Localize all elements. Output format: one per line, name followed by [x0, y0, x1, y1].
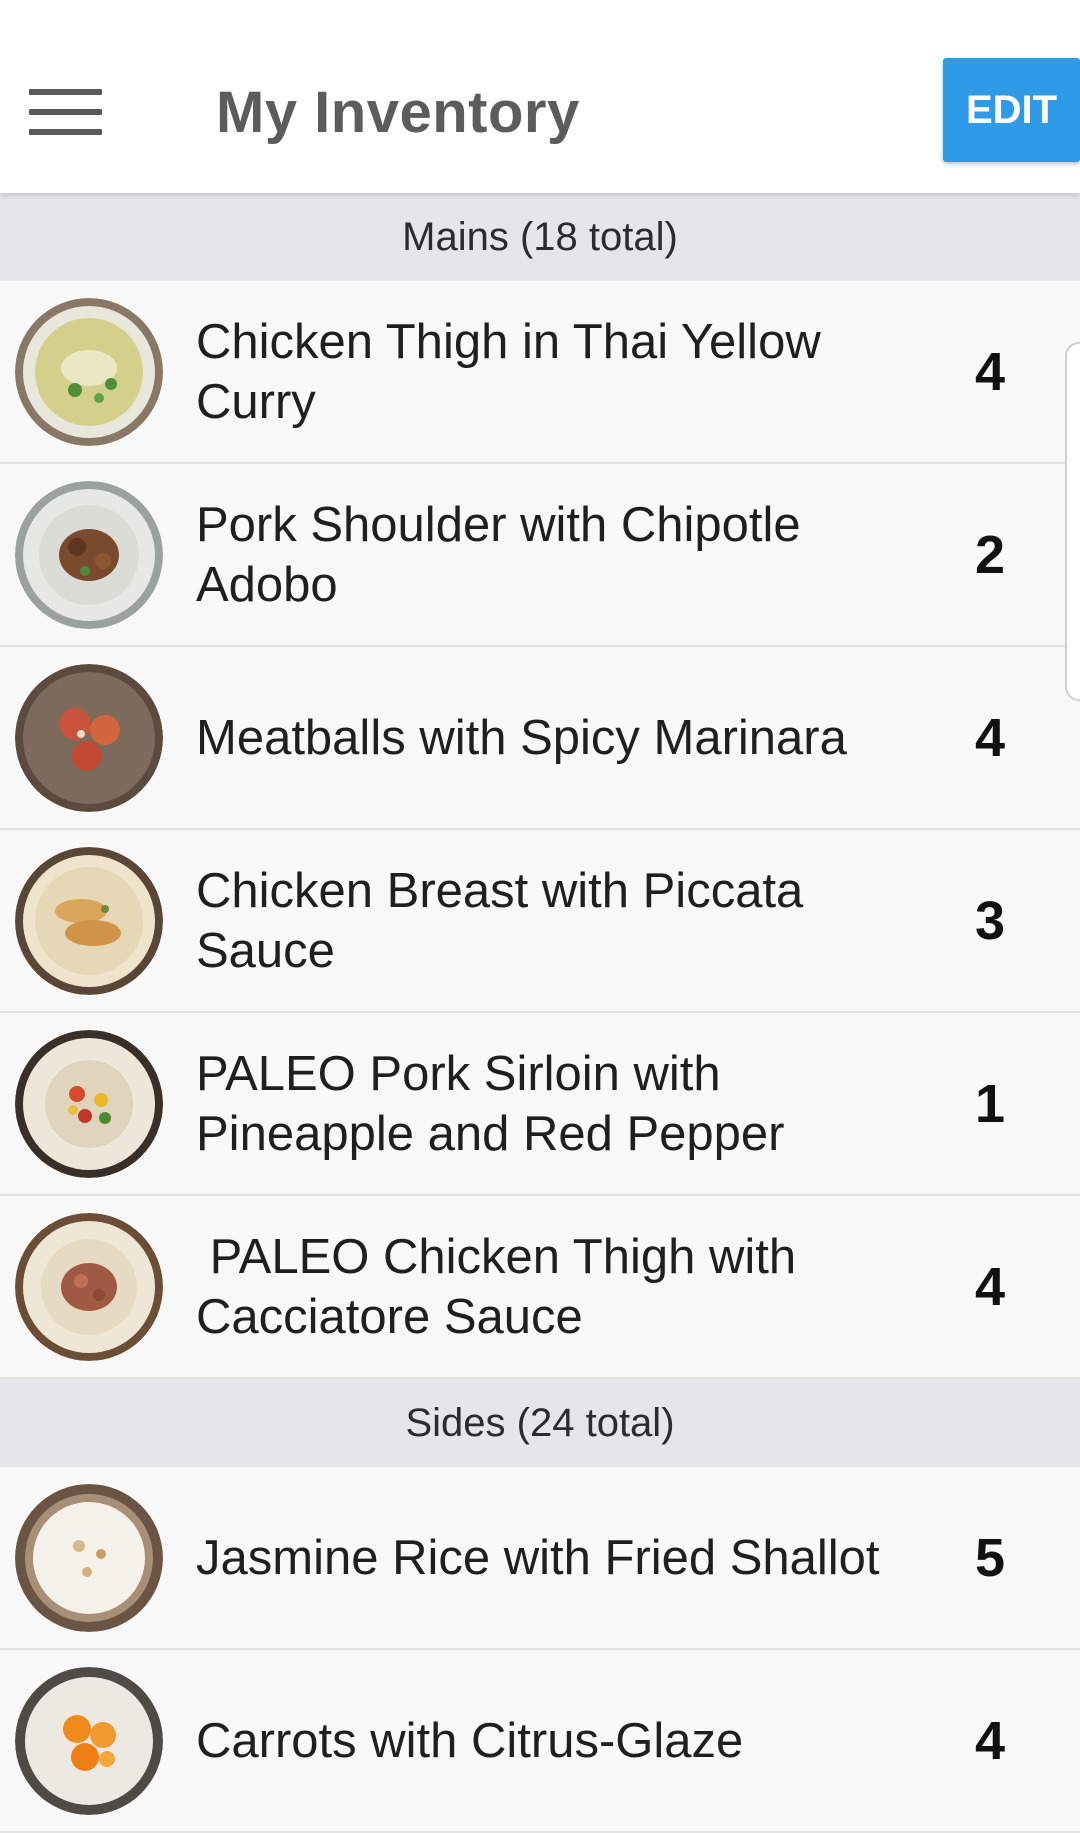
item-name: Carrots with Citrus-Glaze: [196, 1713, 744, 1768]
section-header-sides: Sides (24 total): [0, 1379, 1080, 1469]
item-name: Chicken Breast with Piccata Sauce: [196, 863, 804, 978]
food-photo: [15, 1667, 163, 1815]
item-count: 3: [974, 890, 1006, 951]
item-name: Chicken Thigh in Thai Yellow Curry: [196, 314, 821, 429]
section-header-mains: Mains (18 total): [0, 193, 1080, 283]
item-count: 5: [974, 1527, 1006, 1588]
list-item[interactable]: PALEO Chicken Thigh with Cacciatore Sauc…: [0, 1196, 1080, 1379]
food-photo: [15, 481, 163, 629]
item-count: 2: [974, 524, 1006, 585]
food-photo: [15, 847, 163, 995]
item-count: 1: [974, 1073, 1006, 1134]
list-item[interactable]: Jasmine Rice with Fried Shallot 5: [0, 1467, 1080, 1650]
item-count: 4: [974, 341, 1006, 402]
food-photo: [15, 1030, 163, 1178]
list-item[interactable]: Chicken Thigh in Thai Yellow Curry 4: [0, 281, 1080, 464]
item-count: 4: [974, 707, 1006, 768]
edit-button[interactable]: EDIT: [943, 58, 1080, 162]
list-item[interactable]: Carrots with Citrus-Glaze 4: [0, 1650, 1080, 1833]
item-name: Jasmine Rice with Fried Shallot: [196, 1530, 880, 1585]
item-name: Pork Shoulder with Chipotle Adobo: [196, 497, 801, 612]
food-photo: [15, 298, 163, 446]
item-name: PALEO Chicken Thigh with Cacciatore Sauc…: [196, 1229, 797, 1344]
item-name: PALEO Pork Sirloin with Pineapple and Re…: [196, 1046, 785, 1161]
item-count: 4: [974, 1710, 1006, 1771]
page-title: My Inventory: [216, 80, 580, 145]
list-item[interactable]: Pork Shoulder with Chipotle Adobo 2: [0, 464, 1080, 647]
item-count: 4: [974, 1256, 1006, 1317]
food-photo: [15, 1213, 163, 1361]
scrollbar-handle[interactable]: [1065, 342, 1080, 701]
list-item[interactable]: PALEO Pork Sirloin with Pineapple and Re…: [0, 1013, 1080, 1196]
hamburger-menu-icon[interactable]: [29, 89, 102, 135]
food-photo: [15, 1484, 163, 1632]
item-name: Meatballs with Spicy Marinara: [196, 710, 847, 765]
list-item[interactable]: Meatballs with Spicy Marinara 4: [0, 647, 1080, 830]
list-item[interactable]: Chicken Breast with Piccata Sauce 3: [0, 830, 1080, 1013]
food-photo: [15, 664, 163, 812]
app-header: My Inventory EDIT: [0, 0, 1080, 193]
